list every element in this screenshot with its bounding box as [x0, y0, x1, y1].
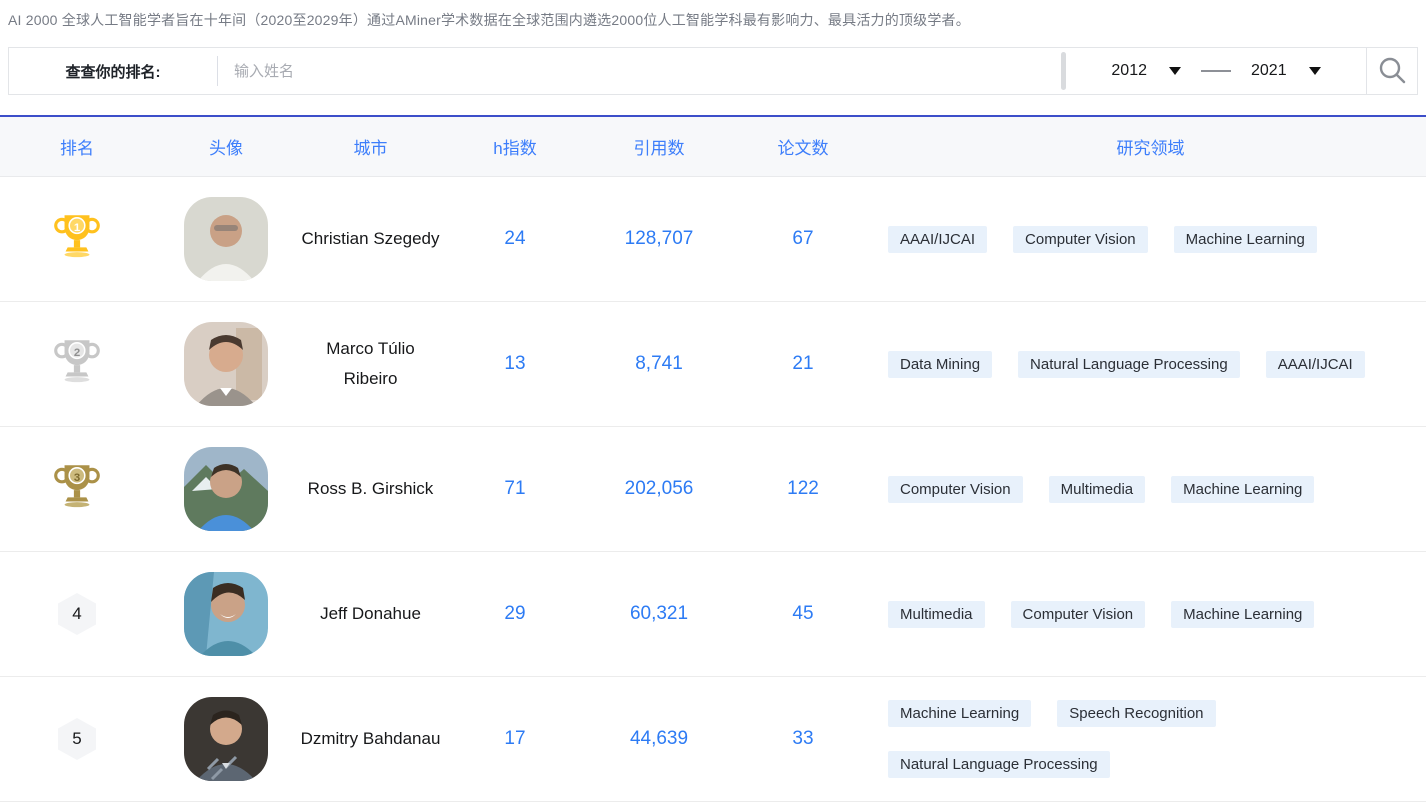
year-range-dash: [1201, 70, 1231, 72]
rank-number: 1: [74, 221, 81, 233]
header-city: 城市: [298, 134, 443, 159]
field-tag: Natural Language Processing: [888, 751, 1110, 778]
search-bar: 查查你的排名: 2012 2021: [8, 47, 1418, 95]
field-tag: Computer Vision: [1011, 601, 1146, 628]
field-tag: Machine Learning: [1171, 601, 1314, 628]
field-tag: Computer Vision: [1013, 226, 1148, 253]
header-citations: 引用数: [587, 134, 731, 159]
scholar-avatar[interactable]: [184, 697, 268, 781]
field-tag: Machine Learning: [1174, 226, 1317, 253]
scholar-name[interactable]: Jeff Donahue: [320, 599, 421, 629]
rank-badge: 4: [58, 593, 96, 635]
rank-number: 2: [74, 346, 80, 358]
magnifier-icon: [1377, 55, 1407, 88]
header-avatar: 头像: [154, 134, 298, 159]
search-label: 查查你的排名:: [9, 48, 217, 94]
papers-value: 33: [792, 728, 813, 750]
scholar-name[interactable]: Dzmitry Bahdanau: [301, 724, 441, 754]
citations-value: 202,056: [625, 478, 694, 500]
h-index-value: 24: [504, 228, 525, 250]
h-index-value: 17: [504, 728, 525, 750]
year-to-select[interactable]: 2021: [1251, 62, 1321, 80]
chevron-down-icon: [1309, 67, 1321, 75]
page-description: AI 2000 全球人工智能学者旨在十年间（2020至2029年）通过AMine…: [8, 10, 1418, 30]
papers-value: 122: [787, 478, 819, 500]
search-button[interactable]: [1367, 48, 1417, 94]
scholar-avatar[interactable]: [184, 197, 268, 281]
scholar-avatar[interactable]: [184, 322, 268, 406]
bronze-trophy-icon: 3: [54, 460, 100, 519]
header-h-index: h指数: [443, 134, 587, 159]
silver-trophy-icon: 2: [54, 335, 100, 394]
field-tag: Computer Vision: [888, 476, 1023, 503]
search-input[interactable]: [218, 48, 1061, 94]
field-tag: Data Mining: [888, 351, 992, 378]
header-research-fields: 研究领域: [875, 134, 1426, 159]
field-tag: AAAI/IJCAI: [1266, 351, 1365, 378]
table-row: 3 Ross B. Girshick 71 202,056 122 Comput…: [0, 427, 1426, 552]
papers-value: 67: [792, 228, 813, 250]
table-header-row: 排名 头像 城市 h指数 引用数 论文数 研究领域: [0, 117, 1426, 177]
gold-trophy-icon: 1: [54, 210, 100, 269]
h-index-value: 29: [504, 603, 525, 625]
h-index-value: 13: [504, 353, 525, 375]
field-tag: Speech Recognition: [1057, 700, 1215, 727]
field-tag: Natural Language Processing: [1018, 351, 1240, 378]
table-row: 1 Christian Szegedy 24 128,707 67 AAAI/I…: [0, 177, 1426, 302]
year-from-select[interactable]: 2012: [1111, 62, 1181, 80]
year-from-value: 2012: [1111, 62, 1147, 80]
table-row: 2 Marco Túlio Ribeiro 13 8,741 21 Data M…: [0, 302, 1426, 427]
rank-number: 3: [74, 471, 80, 483]
h-index-value: 71: [504, 478, 525, 500]
citations-value: 8,741: [635, 353, 683, 375]
citations-value: 60,321: [630, 603, 688, 625]
scholar-avatar[interactable]: [184, 572, 268, 656]
scholar-name[interactable]: Ross B. Girshick: [308, 474, 434, 504]
papers-value: 45: [792, 603, 813, 625]
field-tag: Multimedia: [1049, 476, 1146, 503]
table-row: 5 Dzmitry Bahdanau 17 44,639 33 Machine …: [0, 677, 1426, 802]
scholar-name[interactable]: Marco Túlio Ribeiro: [298, 334, 443, 394]
papers-value: 21: [792, 353, 813, 375]
scholar-avatar[interactable]: [184, 447, 268, 531]
field-tag: Machine Learning: [1171, 476, 1314, 503]
rank-badge: 5: [58, 718, 96, 760]
header-papers: 论文数: [731, 134, 875, 159]
citations-value: 128,707: [625, 228, 694, 250]
table-row: 4 Jeff Donahue 29 60,321 45 Multimedia C…: [0, 552, 1426, 677]
scholar-name[interactable]: Christian Szegedy: [302, 224, 440, 254]
chevron-down-icon: [1169, 67, 1181, 75]
citations-value: 44,639: [630, 728, 688, 750]
field-tag: AAAI/IJCAI: [888, 226, 987, 253]
field-tag: Machine Learning: [888, 700, 1031, 727]
header-rank: 排名: [0, 134, 154, 159]
year-to-value: 2021: [1251, 62, 1287, 80]
field-tag: Multimedia: [888, 601, 985, 628]
